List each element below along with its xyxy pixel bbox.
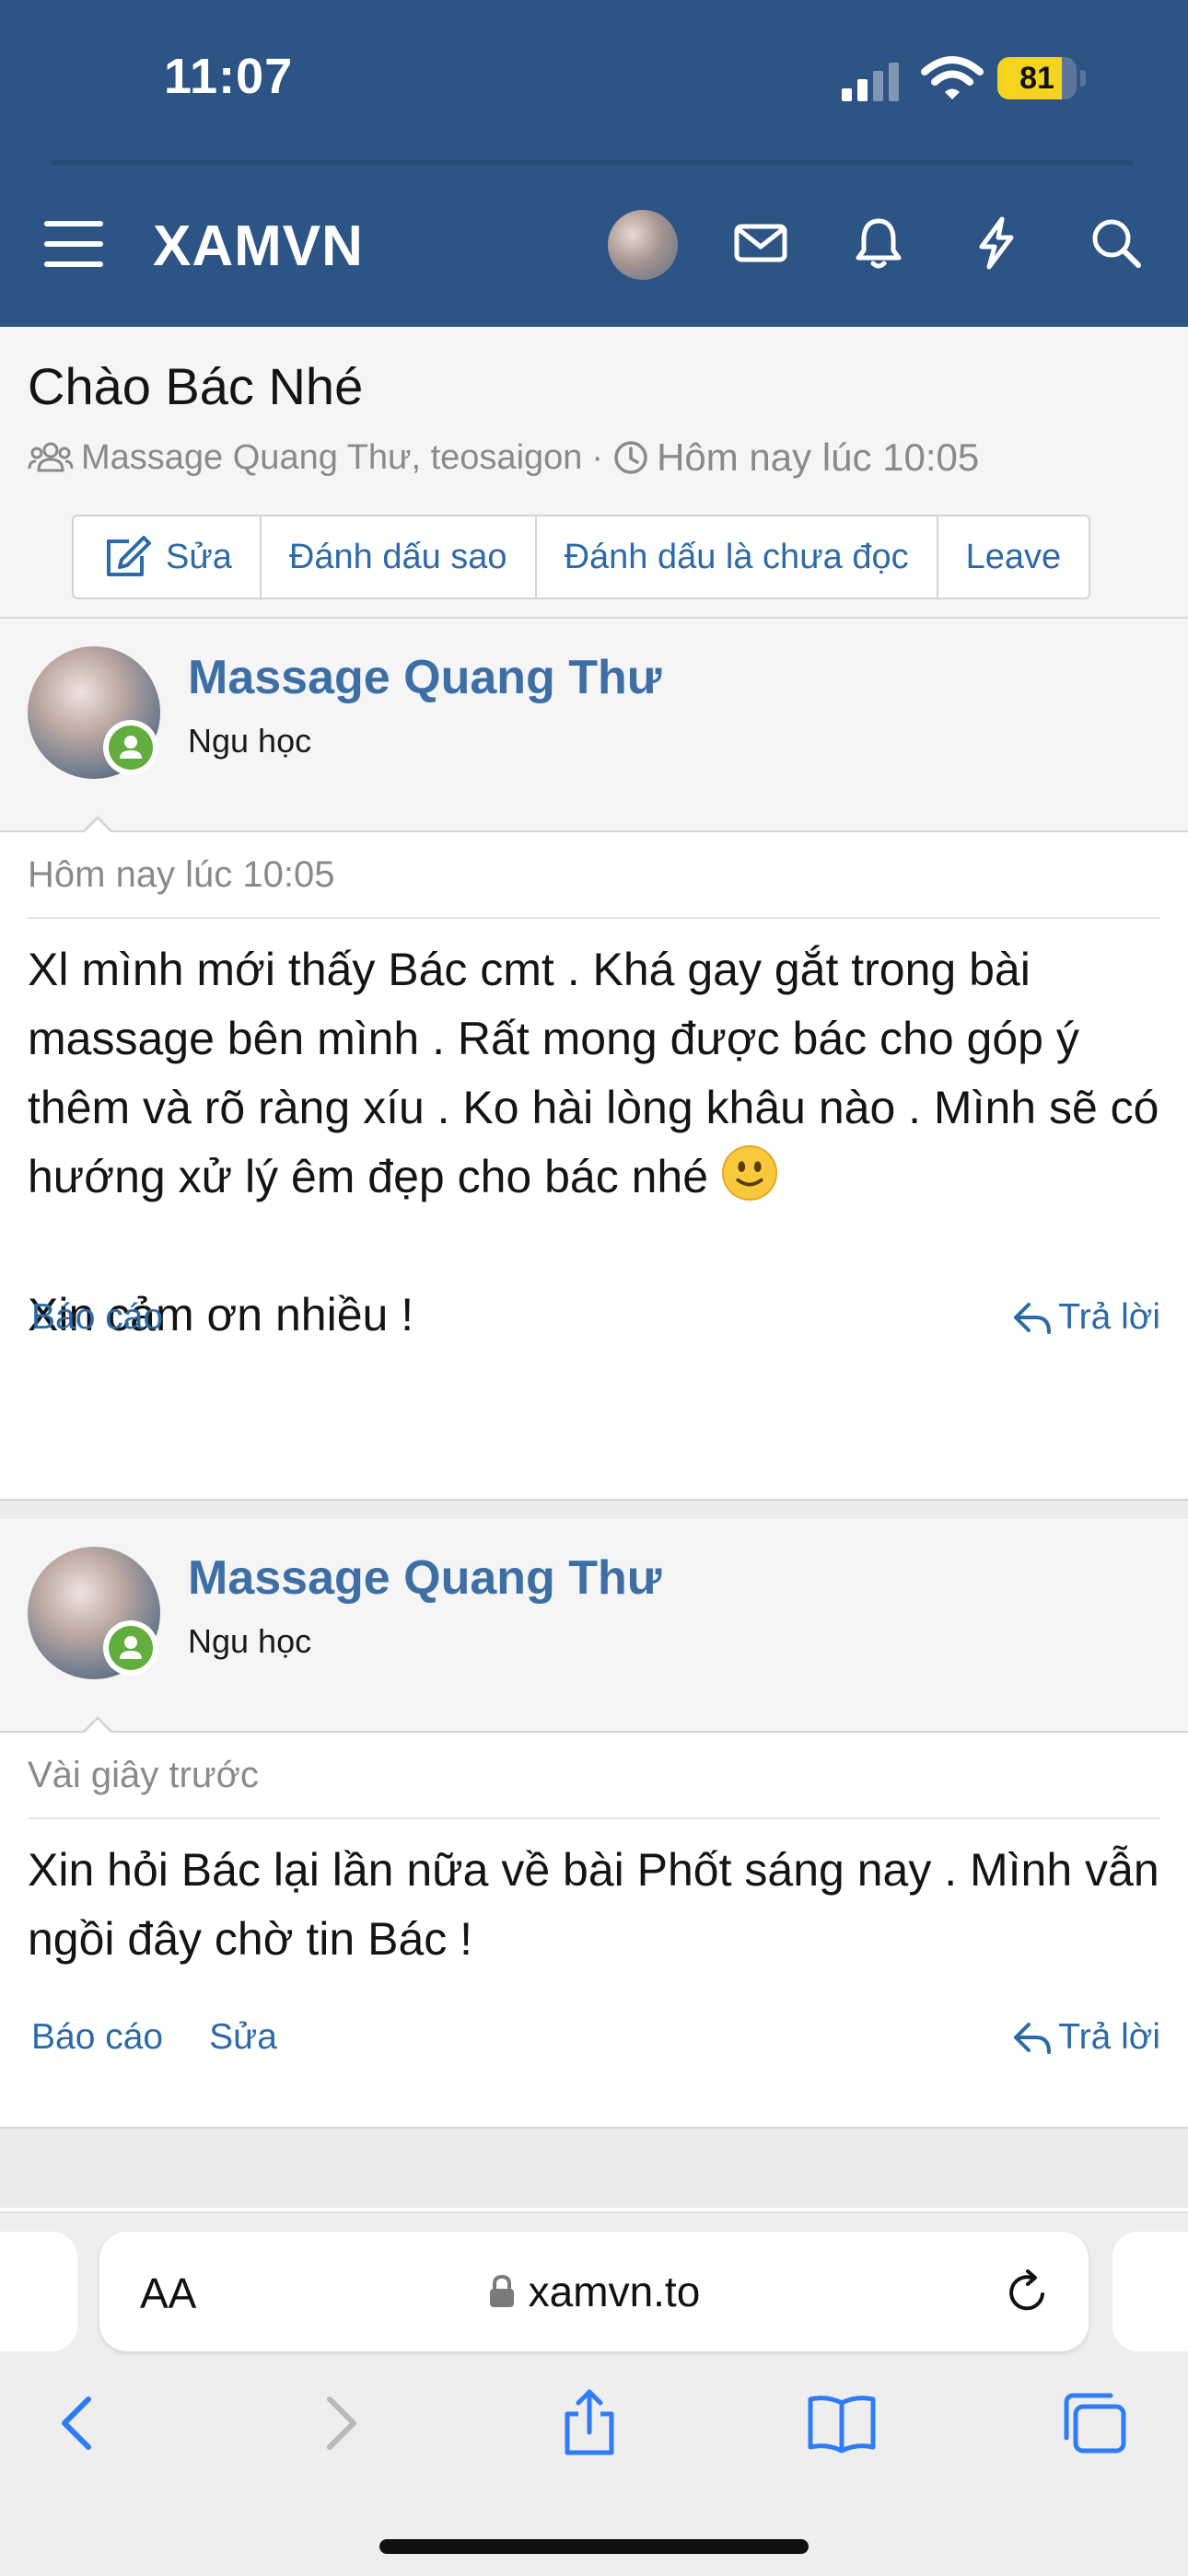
- leave-button[interactable]: Leave: [938, 516, 1089, 598]
- username[interactable]: Massage Quang Thư: [188, 1550, 661, 1606]
- username[interactable]: Massage Quang Thư: [188, 650, 661, 705]
- post-divider: [0, 1499, 1188, 1521]
- reply-button[interactable]: Trả lời: [1012, 2014, 1160, 2060]
- star-thread-button[interactable]: Đánh dấu sao: [262, 516, 537, 598]
- thread-participants[interactable]: Massage Quang Thư, teosaigon: [81, 438, 582, 478]
- users-icon: [28, 442, 74, 472]
- back-icon[interactable]: [42, 2386, 116, 2460]
- user-icon: [120, 1636, 142, 1659]
- reply-button[interactable]: Trả lời: [1012, 1294, 1160, 1340]
- site-logo[interactable]: XAMVN: [153, 214, 364, 279]
- post-date[interactable]: Vài giây trước: [28, 1755, 1160, 1819]
- report-link[interactable]: Báo cáo: [31, 2017, 163, 2058]
- reply-icon: [1014, 2023, 1052, 2054]
- search-icon[interactable]: [1087, 214, 1146, 273]
- post-body: Vài giây trước Xin hỏi Bác lại lần nữa v…: [0, 1733, 1188, 2127]
- post-date[interactable]: Hôm nay lúc 10:05: [28, 854, 1160, 919]
- user-title: Ngu học: [188, 1622, 312, 1660]
- thread-time: Hôm nay lúc 10:05: [657, 435, 980, 479]
- account-avatar[interactable]: [608, 210, 678, 280]
- user-title: Ngu học: [188, 722, 312, 760]
- mail-icon[interactable]: [731, 214, 790, 273]
- post: Massage Quang Thư Ngu học Hôm nay lúc 10…: [0, 619, 1188, 1499]
- thread-meta: Massage Quang Thư, teosaigon · Hôm nay l…: [28, 435, 979, 480]
- post: Massage Quang Thư Ngu học Vài giây trước…: [0, 1519, 1188, 2127]
- home-indicator[interactable]: [379, 2539, 809, 2554]
- post-paragraph: Xin hỏi Bác lại lần nữa về bài Phốt sáng…: [28, 1844, 1159, 1965]
- tabs-icon[interactable]: [1057, 2386, 1131, 2460]
- leave-label: Leave: [965, 537, 1062, 576]
- star-label: Đánh dấu sao: [288, 537, 507, 576]
- hamburger-icon[interactable]: [42, 219, 107, 269]
- meta-separator: ·: [591, 437, 604, 477]
- lock-icon: [489, 2274, 514, 2307]
- thread-title: Chào Bác Nhé: [28, 357, 364, 415]
- slightly-smiling-face-emoji: [721, 1144, 777, 1201]
- reply-icon: [1014, 1303, 1052, 1334]
- site-header: 11:07 81 XAMVN: [0, 0, 1188, 327]
- clock-icon: [614, 441, 647, 474]
- previous-tab-preview[interactable]: [0, 2232, 77, 2351]
- bolt-icon[interactable]: [967, 214, 1026, 273]
- post-footer-actions: Báo cáo: [31, 1294, 209, 1340]
- reload-icon[interactable]: [1004, 2269, 1052, 2316]
- next-tab-preview[interactable]: [1112, 2232, 1188, 2351]
- cellular-signal-icon: [842, 63, 899, 101]
- reply-label: Trả lời: [1058, 2017, 1160, 2057]
- online-status-icon: [103, 1620, 158, 1676]
- reply-label: Trả lời: [1058, 1297, 1160, 1337]
- user-icon: [120, 736, 142, 759]
- post-user-block: Massage Quang Thư Ngu học: [0, 619, 1188, 841]
- forward-icon[interactable]: [302, 2386, 376, 2460]
- header-seam: [52, 160, 1133, 166]
- unread-label: Đánh dấu là chưa đọc: [564, 537, 909, 576]
- post-content: Xin hỏi Bác lại lần nữa về bài Phốt sáng…: [28, 1836, 1170, 1974]
- wifi-icon: [921, 56, 984, 99]
- online-status-icon: [103, 720, 158, 775]
- edit-post-link[interactable]: Sửa: [209, 2017, 277, 2058]
- status-time: 11:07: [164, 49, 294, 104]
- post-user-block: Massage Quang Thư Ngu học: [0, 1519, 1188, 1742]
- edit-label: Sửa: [166, 537, 232, 576]
- url-text[interactable]: xamvn.to: [529, 2267, 701, 2316]
- post-content: Xl mình mới thấy Bác cmt . Khá gay gắt t…: [28, 935, 1170, 1350]
- bell-icon[interactable]: [849, 214, 908, 273]
- share-icon[interactable]: [553, 2386, 626, 2460]
- battery-level: 81: [1019, 61, 1054, 96]
- bookmarks-icon[interactable]: [805, 2386, 879, 2460]
- post-paragraph: Xl mình mới thấy Bác cmt . Khá gay gắt t…: [28, 944, 1159, 1202]
- post-footer-actions: Báo cáo Sửa: [31, 2014, 323, 2060]
- battery-icon: 81: [997, 57, 1086, 99]
- browser-toolbar: AA xamvn.to: [0, 2211, 1188, 2576]
- address-bar[interactable]: AA xamvn.to: [99, 2232, 1089, 2351]
- thread-actions: Sửa Đánh dấu sao Đánh dấu là chưa đọc Le…: [72, 515, 1091, 599]
- thread-header: Chào Bác Nhé Massage Quang Thư, teosaigo…: [0, 327, 1188, 619]
- edit-icon: [107, 536, 151, 576]
- post-body: Hôm nay lúc 10:05 Xl mình mới thấy Bác c…: [0, 832, 1188, 1499]
- mark-unread-button[interactable]: Đánh dấu là chưa đọc: [537, 516, 938, 598]
- edit-thread-button[interactable]: Sửa: [74, 516, 262, 598]
- post-divider: [0, 2127, 1188, 2208]
- report-link[interactable]: Báo cáo: [31, 1297, 163, 1338]
